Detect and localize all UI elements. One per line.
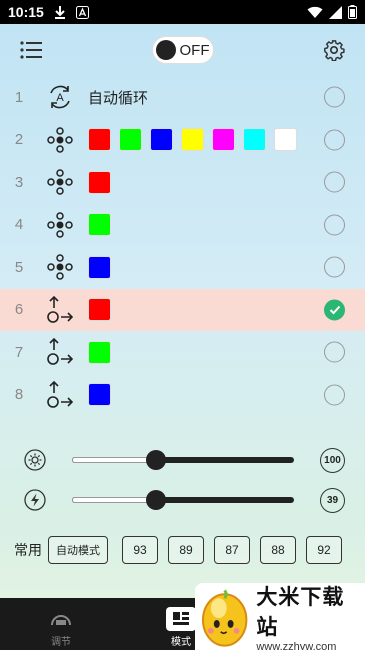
mode-radio[interactable] [324, 171, 345, 193]
status-bar: 10:15 [0, 0, 365, 24]
mode-row-number: 7 [14, 343, 24, 361]
mode-radio[interactable] [324, 341, 345, 363]
watermark-logo-icon [201, 588, 248, 647]
color-swatch [88, 170, 111, 194]
color-swatch [243, 128, 266, 152]
mode-row[interactable]: 1 A 自动循环 [0, 76, 365, 119]
favorite-preset-button[interactable]: 93 [122, 536, 158, 564]
battery-icon [348, 5, 357, 19]
color-swatch [212, 128, 235, 152]
speed-slider[interactable] [72, 490, 294, 510]
power-toggle-knob [155, 40, 176, 60]
brightness-icon [24, 449, 46, 471]
mode-row-number: 3 [14, 173, 24, 191]
favorites-label: 常用 [14, 543, 42, 559]
adjust-icon [51, 615, 71, 626]
mode-row[interactable]: 3 [0, 161, 365, 204]
nav-mode-label: 模式 [171, 637, 191, 648]
auto-cycle-icon: A [38, 83, 82, 111]
mode-row-label: 自动循环 [88, 88, 149, 107]
mode-radio[interactable] [324, 129, 345, 151]
nav-tab-mode[interactable]: 模式 [166, 607, 196, 648]
mode-icon [173, 612, 189, 625]
mode-row[interactable]: 6 [0, 288, 365, 331]
color-swatch [150, 128, 173, 152]
watermark-title: 大米下载站 [256, 584, 345, 639]
mode-row[interactable]: 5 [0, 246, 365, 289]
mode-jump-icon [38, 337, 82, 367]
color-swatch [181, 128, 204, 152]
mode-radio[interactable] [324, 214, 345, 236]
favorites-bar: 常用 自动模式 93 89 87 88 92 [14, 535, 342, 565]
watermark-url: www.zzhyw.com [256, 640, 337, 650]
svg-text:A: A [56, 92, 64, 104]
download-icon [54, 6, 65, 19]
mode-radio[interactable] [324, 256, 345, 278]
brightness-slider[interactable] [72, 450, 294, 470]
mode-row[interactable]: 8 [0, 374, 365, 417]
nav-tab-adjust[interactable]: 调节 [46, 607, 76, 648]
color-swatch [88, 255, 111, 279]
brightness-value: 100 [320, 447, 345, 473]
power-label: OFF [179, 41, 210, 59]
color-swatch [88, 340, 111, 364]
brightness-slider-thumb[interactable] [146, 450, 166, 470]
mode-row-number: 2 [14, 131, 24, 149]
toolbar: OFF [0, 24, 365, 76]
color-swatch [88, 213, 111, 237]
power-toggle[interactable]: OFF [152, 37, 213, 63]
mode-row-number: 1 [14, 88, 24, 106]
mode-row[interactable]: 7 [0, 331, 365, 374]
mode-row[interactable]: 4 [0, 204, 365, 247]
mode-row-number: 4 [14, 216, 24, 234]
color-swatch [119, 128, 142, 152]
menu-list-icon[interactable] [20, 41, 42, 59]
mode-row-number: 8 [14, 386, 24, 404]
watermark: 大米下载站 www.zzhyw.com [195, 583, 365, 650]
brightness-slider-row: 100 [0, 443, 365, 477]
speed-slider-thumb[interactable] [146, 490, 166, 510]
favorite-preset-button[interactable]: 87 [214, 536, 250, 564]
mode-flash-icon [38, 126, 82, 154]
color-swatch [88, 128, 111, 152]
mode-jump-icon [38, 295, 82, 325]
notification-a-icon [75, 5, 89, 19]
signal-icon [329, 5, 342, 19]
favorite-preset-button[interactable]: 88 [260, 536, 296, 564]
mode-row-number: 6 [14, 301, 24, 319]
color-swatch [274, 128, 297, 152]
speed-value: 39 [320, 487, 345, 513]
mode-radio-checked[interactable] [324, 299, 345, 321]
mode-jump-icon [38, 380, 82, 410]
mode-flash-icon [38, 253, 82, 281]
mode-radio[interactable] [324, 384, 345, 406]
mode-flash-icon [38, 211, 82, 239]
check-icon [329, 306, 340, 315]
speed-lightning-icon [24, 489, 46, 511]
mode-flash-icon [38, 168, 82, 196]
mode-radio[interactable] [324, 86, 345, 108]
speed-slider-fill [72, 497, 156, 503]
color-swatch [88, 298, 111, 322]
mode-row-number: 5 [14, 258, 24, 276]
favorite-preset-button[interactable]: 自动模式 [48, 536, 108, 564]
speed-slider-row: 39 [0, 483, 365, 517]
brightness-slider-fill [72, 457, 156, 463]
nav-adjust-label: 调节 [51, 637, 71, 648]
settings-gear-icon[interactable] [323, 39, 345, 61]
wifi-icon [307, 6, 323, 18]
favorite-preset-button[interactable]: 92 [306, 536, 342, 564]
mode-row[interactable]: 2 [0, 119, 365, 162]
mode-list: 1 A 自动循环 2 3 4 5 6 7 8 [0, 76, 365, 416]
color-swatch [88, 383, 111, 407]
favorite-preset-button[interactable]: 89 [168, 536, 204, 564]
status-time: 10:15 [8, 4, 44, 20]
